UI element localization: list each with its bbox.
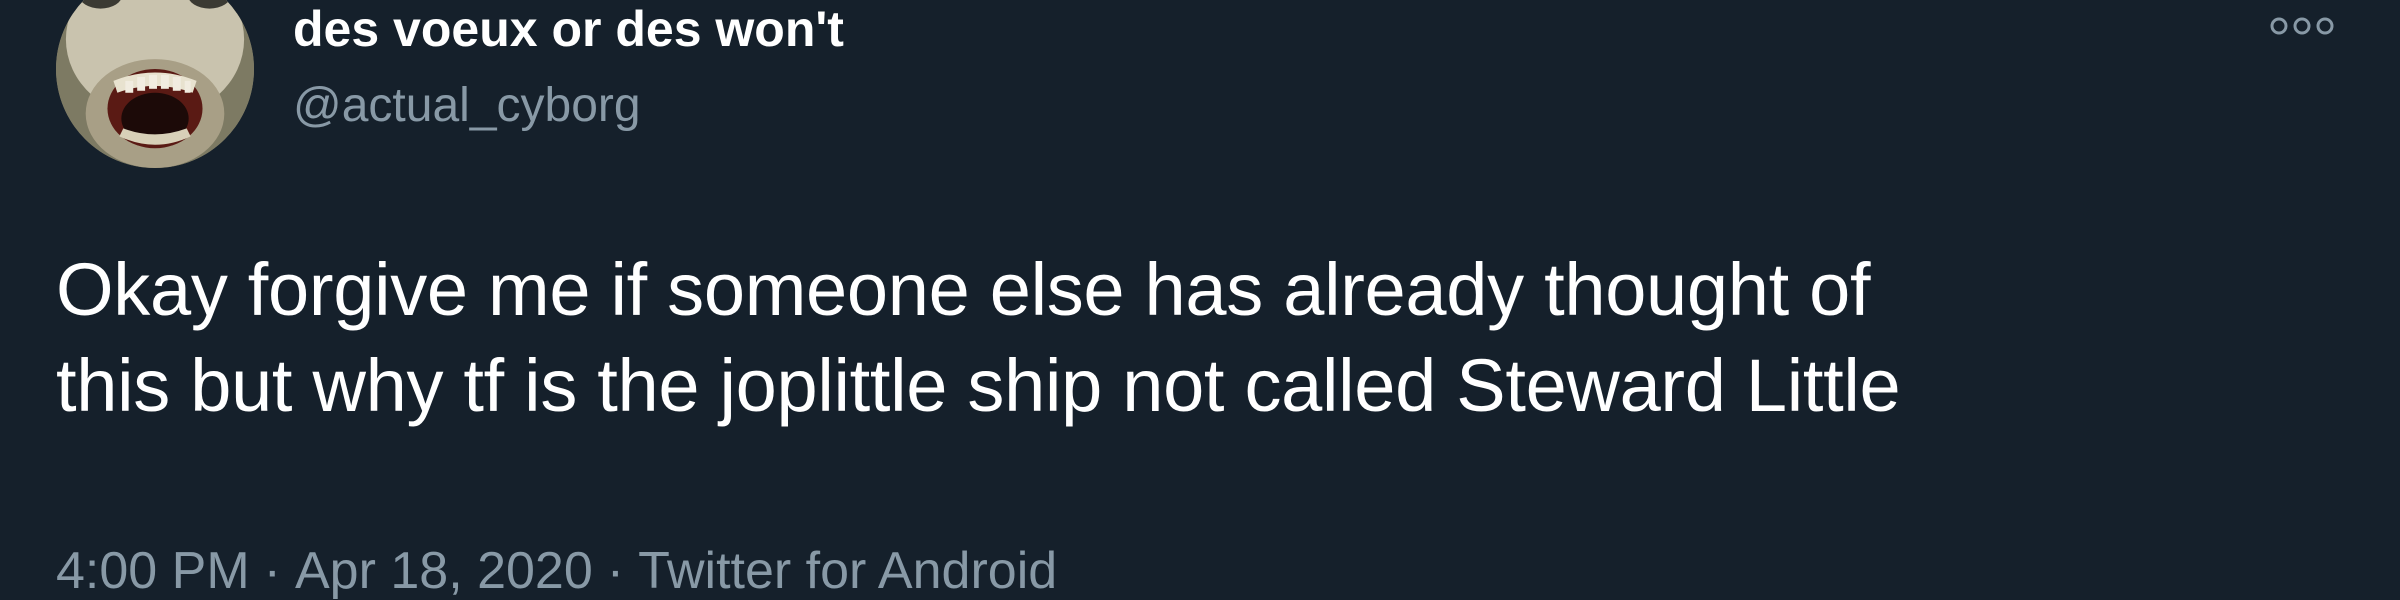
more-options-button[interactable] xyxy=(2260,8,2344,44)
tweet-text-line: this but why tf is the joplittle ship no… xyxy=(56,344,1901,427)
metadata-separator: · xyxy=(606,542,625,600)
tweet-metadata: 4:00 PM · Apr 18, 2020 · Twitter for Android xyxy=(56,536,1057,600)
more-options-icon xyxy=(2270,17,2334,35)
author-handle[interactable]: @actual_cyborg xyxy=(293,76,641,136)
tweet-source[interactable]: Twitter for Android xyxy=(638,542,1057,600)
tweet-text: Okay forgive me if someone else has alre… xyxy=(56,242,2356,434)
metadata-separator: · xyxy=(263,542,281,600)
tweet-text-line: Okay forgive me if someone else has alre… xyxy=(56,248,1871,331)
tweet-time[interactable]: 4:00 PM xyxy=(56,542,250,600)
tweet-card: des voeux or des won't @actual_cyborg Ok… xyxy=(0,0,2400,600)
profile-photo-icon xyxy=(56,0,254,168)
tweet-date[interactable]: Apr 18, 2020 xyxy=(295,542,593,600)
author-avatar[interactable] xyxy=(56,0,254,168)
author-display-name[interactable]: des voeux or des won't xyxy=(293,0,844,58)
